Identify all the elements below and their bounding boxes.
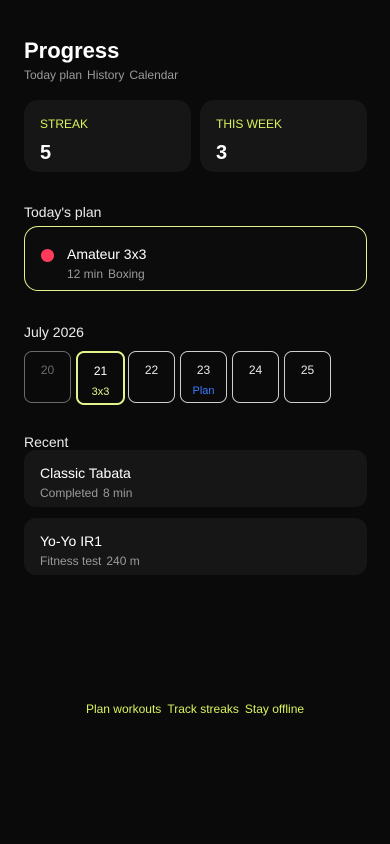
todays-plan-heading: Today's plan	[24, 204, 102, 220]
recent-item-status: Completed	[40, 486, 99, 500]
plan-category: Boxing	[108, 267, 145, 281]
calendar-month: July 2026	[24, 324, 84, 340]
calendar-day-24[interactable]: 24	[232, 351, 279, 403]
day-number: 24	[248, 363, 263, 377]
this-week-label: THIS WEEK	[216, 117, 283, 131]
recent-item-name: Classic Tabata	[40, 465, 131, 481]
calendar-day-22[interactable]: 22	[128, 351, 175, 403]
todays-plan-card[interactable]: Amateur 3x3 12 min Boxing	[24, 226, 367, 291]
workout-color-dot	[41, 249, 54, 262]
recent-item-name: Yo-Yo IR1	[40, 533, 103, 549]
day-number: 23	[196, 363, 211, 377]
day-plan-tag: Plan	[192, 385, 215, 397]
nav-today-plan[interactable]: Today plan	[24, 68, 82, 82]
nav-history[interactable]: History	[87, 68, 124, 82]
plan-duration: 12 min	[67, 267, 104, 281]
calendar-day-20[interactable]: 20	[24, 351, 71, 403]
recent-item[interactable]: Classic Tabata Completed 8 min	[24, 450, 367, 507]
this-week-value: 3	[216, 142, 228, 164]
sub-nav: Today plan History Calendar	[24, 68, 178, 82]
tagline-offline: Stay offline	[244, 702, 305, 716]
tagline-plan: Plan workouts	[85, 702, 162, 716]
page-title: Progress	[24, 38, 120, 63]
recent-item-status: Fitness test	[40, 554, 102, 568]
plan-meta: 12 min Boxing	[67, 267, 145, 281]
recent-item-detail: 240 m	[106, 554, 140, 568]
nav-calendar[interactable]: Calendar	[129, 68, 178, 82]
this-week-card: THIS WEEK 3	[200, 100, 367, 172]
feature-tagline: Plan workouts Track streaks Stay offline	[0, 702, 390, 716]
streak-label: STREAK	[40, 117, 89, 131]
recent-item-meta: Fitness test 240 m	[40, 554, 140, 568]
streak-card: STREAK 5	[24, 100, 191, 172]
streak-value: 5	[40, 142, 52, 164]
calendar-day-25[interactable]: 25	[284, 351, 331, 403]
recent-heading: Recent	[24, 434, 69, 450]
calendar-day-21[interactable]: 21 3x3	[76, 351, 125, 405]
day-number: 20	[40, 363, 55, 377]
day-number: 25	[300, 363, 315, 377]
calendar-day-23[interactable]: 23 Plan	[180, 351, 227, 403]
recent-item[interactable]: Yo-Yo IR1 Fitness test 240 m	[24, 518, 367, 575]
recent-item-meta: Completed 8 min	[40, 486, 132, 500]
day-number: 21	[93, 364, 108, 378]
plan-workout-name: Amateur 3x3	[67, 246, 147, 262]
day-workout-tag: 3x3	[91, 386, 110, 398]
tagline-track: Track streaks	[167, 702, 239, 716]
recent-item-detail: 8 min	[103, 486, 133, 500]
day-number: 22	[144, 363, 159, 377]
